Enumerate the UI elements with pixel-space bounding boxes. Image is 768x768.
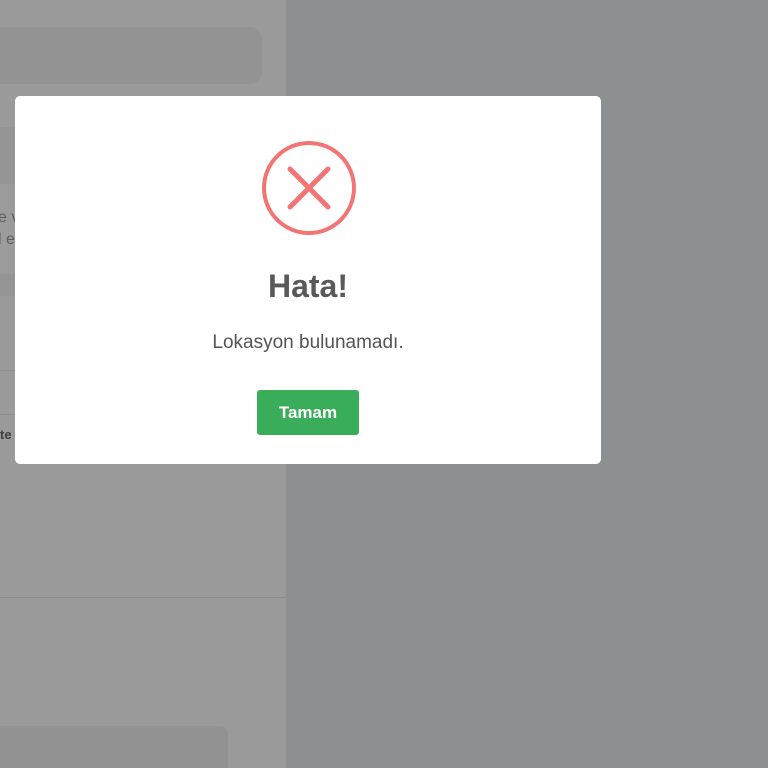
error-x-icon	[262, 141, 356, 235]
background-text-fragment: l e	[0, 231, 15, 248]
error-x-glyph	[287, 166, 331, 210]
error-dialog: Hata! Lokasyon bulunamadı. Tamam	[15, 96, 601, 464]
background-row-fragment: te	[0, 427, 12, 442]
dialog-title: Hata!	[267, 268, 348, 304]
dialog-message: Lokasyon bulunamadı.	[212, 332, 404, 353]
background-card-bottom	[0, 462, 286, 478]
background-search-bar	[0, 27, 262, 84]
background-card-divider	[0, 597, 286, 598]
background-card-box	[0, 726, 228, 768]
confirm-button[interactable]: Tamam	[257, 390, 359, 435]
